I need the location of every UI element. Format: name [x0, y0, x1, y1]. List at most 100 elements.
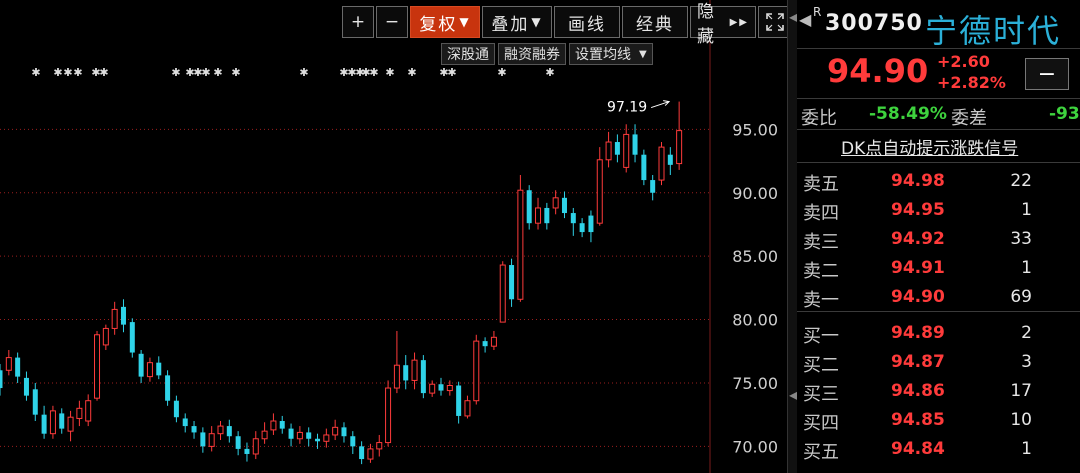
price-tick-label: 90.00: [732, 184, 778, 203]
candle-body-down: [315, 438, 321, 442]
weicha-label: 委差: [951, 108, 987, 129]
dk-signal-link[interactable]: DK点自动提示涨跌信号: [841, 134, 1018, 159]
bid-level-label: 买三: [803, 384, 839, 405]
bid-row[interactable]: 买二 94.87 3: [797, 347, 1080, 376]
chart-subbar: 深股通 融资融券 设置均线 ▼: [441, 43, 653, 65]
rongzi-mark: R: [813, 5, 822, 19]
shenguotong-button[interactable]: 深股通: [441, 43, 495, 65]
bid-volume: 2: [1021, 323, 1032, 343]
candle-body-up: [67, 416, 74, 432]
margin-trading-button[interactable]: 融资融券: [498, 43, 566, 65]
divider: [797, 162, 1080, 163]
candle-body-down: [182, 418, 188, 427]
candle-body-down: [191, 426, 197, 433]
candle-body-up: [535, 207, 542, 224]
candle-body-up: [217, 425, 224, 435]
ask-row[interactable]: 卖五 94.98 22: [797, 166, 1080, 195]
candle-body-down: [165, 375, 171, 401]
candle-body-up: [411, 359, 418, 381]
candle-body-down: [120, 306, 126, 325]
ask-row[interactable]: 卖三 94.92 33: [797, 224, 1080, 253]
candle-body-up: [490, 336, 497, 347]
divider: [797, 129, 1080, 130]
bid-price: 94.84: [891, 439, 945, 459]
remove-favorite-button[interactable]: −: [1025, 58, 1069, 90]
price-change: +2.60: [937, 52, 990, 71]
candle-body-down: [579, 223, 585, 233]
candle-body-up: [332, 426, 339, 436]
stock-header: ◀ R 300750 宁德时代: [797, 0, 1080, 50]
ask-row[interactable]: 卖二 94.91 1: [797, 253, 1080, 282]
zoom-in-button[interactable]: +: [342, 6, 374, 38]
candle-body-up: [393, 364, 400, 389]
candle-body-up: [146, 362, 153, 378]
overlay-dropdown[interactable]: 叠加 ▼: [482, 6, 552, 38]
fuquan-label: 复权: [419, 14, 458, 35]
divider: [797, 311, 1080, 312]
kline-chart[interactable]: ✱ ✱ ✱ ✱ ✱ ✱ ✱ ✱ ✱ ✱ ✱ ✱ ✱ ✱ ✱ ✱ ✱ ✱ ✱ ✱ ✱ ✱ ✱ ✱ 95.00 90.00 85.00…: [0, 0, 790, 473]
candle-body-up: [446, 385, 453, 392]
ma-settings-dropdown[interactable]: 设置均线 ▼: [569, 43, 653, 65]
expand-icon-svg: [766, 13, 784, 31]
bid-row[interactable]: 买四 94.85 10: [797, 405, 1080, 434]
ask-price: 94.91: [891, 258, 945, 278]
event-marker-icon: ✱: [369, 66, 378, 79]
candle-body-up: [296, 431, 303, 440]
hide-button[interactable]: 隐藏 ▶▶: [690, 2, 756, 47]
ask-level-label: 卖三: [803, 232, 839, 253]
ask-row[interactable]: 卖一 94.90 69: [797, 282, 1080, 311]
divider: [797, 98, 1080, 99]
candle-body-down: [156, 362, 162, 376]
weibi-label: 委比: [801, 108, 837, 129]
candle-body-up: [323, 434, 330, 442]
candle-body-down: [173, 400, 179, 418]
price-tick-label: 75.00: [732, 374, 778, 393]
event-marker-icon: ✱: [407, 66, 416, 79]
candle-body-down: [456, 385, 462, 416]
candlestick-chart-svg[interactable]: ✱ ✱ ✱ ✱ ✱✱ ✱ ✱✱✱ ✱ ✱ ✱ ✱✱✱✱✱ ✱ ✱ ✱✱ ✱ ✱ 95.00 90.00 85.00…: [0, 0, 790, 473]
candle-body-up: [5, 357, 12, 371]
prev-stock-icon[interactable]: ◀: [799, 10, 811, 29]
candle-body-down: [561, 197, 567, 214]
bid-price: 94.87: [891, 352, 945, 372]
ask-level-label: 卖二: [803, 261, 839, 282]
candle-body-up: [596, 159, 603, 224]
candle-body-down: [359, 446, 365, 460]
bid-level-label: 买二: [803, 355, 839, 376]
event-marker-icon: ✱: [299, 66, 308, 79]
candle-body-down: [632, 134, 638, 155]
weibi-value: -58.49%: [869, 104, 947, 124]
double-chevron-right-icon: ▶▶: [729, 16, 749, 28]
candle-body-up: [85, 400, 92, 422]
fuquan-dropdown[interactable]: 复权 ▼: [410, 6, 480, 38]
candle-body-down: [15, 357, 21, 377]
event-marker-icon: ✱: [545, 66, 554, 79]
event-markers: ✱ ✱ ✱ ✱ ✱✱ ✱ ✱✱✱ ✱ ✱ ✱ ✱✱✱✱✱ ✱ ✱ ✱✱ ✱ ✱: [31, 66, 554, 79]
event-marker-icon: ✱: [497, 66, 506, 79]
hide-label: 隐藏: [697, 2, 716, 47]
candle-body-down: [641, 154, 647, 181]
ask-price: 94.92: [891, 229, 945, 249]
candle-body-up: [252, 438, 259, 455]
chart-toolbar: + − 复权 ▼ 叠加 ▼ 画线 经典 隐藏 ▶▶: [342, 2, 792, 47]
candle-body-down: [129, 322, 135, 353]
candle-body-down: [614, 142, 620, 155]
classic-button[interactable]: 经典: [622, 6, 688, 38]
ask-level-label: 卖四: [803, 203, 839, 224]
bid-row[interactable]: 买一 94.89 2: [797, 318, 1080, 347]
event-marker-icon: ✱: [231, 66, 240, 79]
candle-body-up: [499, 264, 506, 323]
draw-line-button[interactable]: 画线: [554, 6, 620, 38]
price-tick-label: 70.00: [732, 437, 778, 456]
ma-settings-label: 设置均线: [575, 47, 631, 63]
candle-body-down: [288, 428, 294, 439]
candle-body-down: [403, 365, 409, 381]
bid-row[interactable]: 买五 94.84 1: [797, 434, 1080, 463]
candle-body-down: [438, 384, 444, 391]
bid-row[interactable]: 买三 94.86 17: [797, 376, 1080, 405]
candle-body-up: [517, 189, 524, 300]
zoom-out-button[interactable]: −: [376, 6, 408, 38]
last-price: 94.90: [827, 52, 929, 90]
ask-volume: 33: [1010, 229, 1032, 249]
ask-row[interactable]: 卖四 94.95 1: [797, 195, 1080, 224]
